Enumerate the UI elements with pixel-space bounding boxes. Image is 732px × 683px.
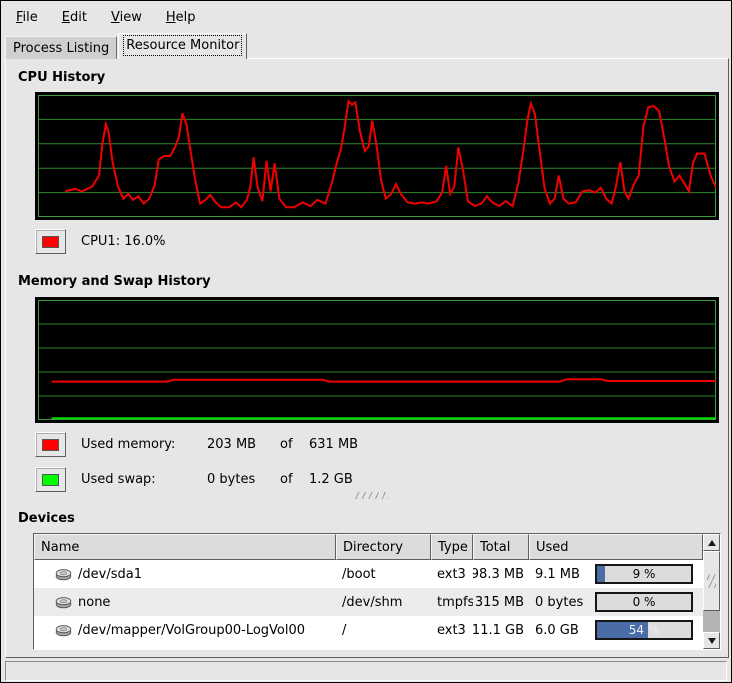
device-used: 6.0 GB (535, 623, 579, 638)
device-directory: /boot (342, 567, 376, 582)
column-header-name[interactable]: Name (34, 534, 336, 560)
devices-title: Devices (18, 511, 75, 526)
menu-file[interactable]: File (7, 6, 47, 29)
devices-table-header: Name Directory Type Total Used (34, 534, 703, 560)
usage-percent-label: 9 % (597, 566, 691, 582)
memory-legend-row: Used memory: 203 MB of 631 MB (35, 432, 358, 457)
swap-legend-row: Used swap: 0 bytes of 1.2 GB (35, 467, 353, 492)
device-total: 11.1 GB (473, 623, 524, 638)
swap-used-value: 0 bytes (207, 472, 280, 487)
cpu-legend-row: CPU1: 16.0% (35, 229, 166, 254)
column-header-used[interactable]: Used (529, 534, 703, 560)
device-directory: /dev/shm (342, 595, 402, 610)
up-arrow-icon (708, 540, 716, 546)
swap-total-value: 1.2 GB (309, 472, 353, 487)
cpu-history-title: CPU History (18, 70, 105, 85)
notebook-tabs: Process Listing Resource Monitor (5, 33, 248, 59)
device-total: 98.3 MB (473, 567, 524, 582)
memory-history-title: Memory and Swap History (18, 274, 211, 289)
memory-used-value: 203 MB (207, 437, 280, 452)
thumb-grip-icon (707, 574, 716, 588)
column-header-directory[interactable]: Directory (336, 534, 431, 560)
tab-resource-monitor-label: Resource Monitor (126, 38, 239, 53)
device-directory: / (342, 623, 346, 638)
device-type: tmpfs (437, 595, 473, 610)
usage-percent-label: 54 % (597, 622, 691, 638)
system-monitor-window: File Edit View Help Process Listing Reso… (0, 0, 732, 683)
pane-resize-grip[interactable] (355, 492, 389, 499)
tab-process-listing[interactable]: Process Listing (5, 36, 117, 59)
device-row[interactable]: /dev/sda1 /boot ext3 98.3 MB 9.1 MB 9 % (34, 560, 703, 588)
usage-progress-bar: 0 % (595, 592, 693, 612)
vertical-scrollbar (703, 534, 720, 649)
disk-drive-icon (55, 624, 72, 637)
column-header-total[interactable]: Total (473, 534, 529, 560)
device-total: 315 MB (475, 595, 524, 610)
swap-color-swatch (42, 474, 59, 486)
scroll-down-button[interactable] (703, 632, 720, 649)
device-type: ext3 (437, 623, 466, 638)
usage-progress-bar: 9 % (595, 564, 693, 584)
tab-process-listing-label: Process Listing (13, 41, 109, 56)
memory-legend-label: Used memory: (81, 437, 207, 452)
column-header-type[interactable]: Type (431, 534, 473, 560)
usage-percent-label: 0 % (597, 594, 691, 610)
device-name: /dev/sda1 (78, 567, 142, 582)
cpu-color-button[interactable] (35, 229, 66, 254)
disk-drive-icon (55, 568, 72, 581)
swap-of-text: of (280, 472, 309, 487)
usage-progress-bar: 54 % (595, 620, 693, 640)
devices-table-body: /dev/sda1 /boot ext3 98.3 MB 9.1 MB 9 % … (34, 560, 703, 644)
scrollbar-thumb[interactable] (703, 551, 720, 611)
device-used: 0 bytes (535, 595, 583, 610)
swap-legend-label: Used swap: (81, 472, 207, 487)
device-name: none (78, 595, 110, 610)
scrollbar-track[interactable] (703, 551, 720, 632)
memory-color-swatch (42, 439, 59, 451)
memory-swap-graph (35, 297, 719, 423)
memory-color-button[interactable] (35, 432, 66, 457)
down-arrow-icon (708, 638, 716, 644)
cpu-color-swatch (42, 236, 59, 248)
menu-view[interactable]: View (102, 6, 151, 29)
menu-edit[interactable]: Edit (53, 6, 96, 29)
device-name: /dev/mapper/VolGroup00-LogVol00 (78, 623, 305, 638)
tab-resource-monitor[interactable]: Resource Monitor (118, 33, 247, 59)
device-used: 9.1 MB (535, 567, 580, 582)
menu-help[interactable]: Help (157, 6, 205, 29)
status-bar (5, 661, 727, 681)
cpu-legend-label: CPU1: 16.0% (81, 234, 166, 249)
cpu-history-graph (35, 92, 719, 220)
resource-monitor-page: CPU History CPU1: 16.0% Memory and Swap … (5, 58, 729, 658)
disk-drive-icon (55, 596, 72, 609)
scroll-up-button[interactable] (703, 534, 720, 551)
device-row[interactable]: none /dev/shm tmpfs 315 MB 0 bytes 0 % (34, 588, 703, 616)
device-type: ext3 (437, 567, 466, 582)
swap-color-button[interactable] (35, 467, 66, 492)
devices-table: Name Directory Type Total Used /dev/sda1… (33, 533, 721, 650)
memory-total-value: 631 MB (309, 437, 358, 452)
device-row[interactable]: /dev/mapper/VolGroup00-LogVol00 / ext3 1… (34, 616, 703, 644)
menubar: File Edit View Help (3, 3, 729, 31)
memory-of-text: of (280, 437, 309, 452)
